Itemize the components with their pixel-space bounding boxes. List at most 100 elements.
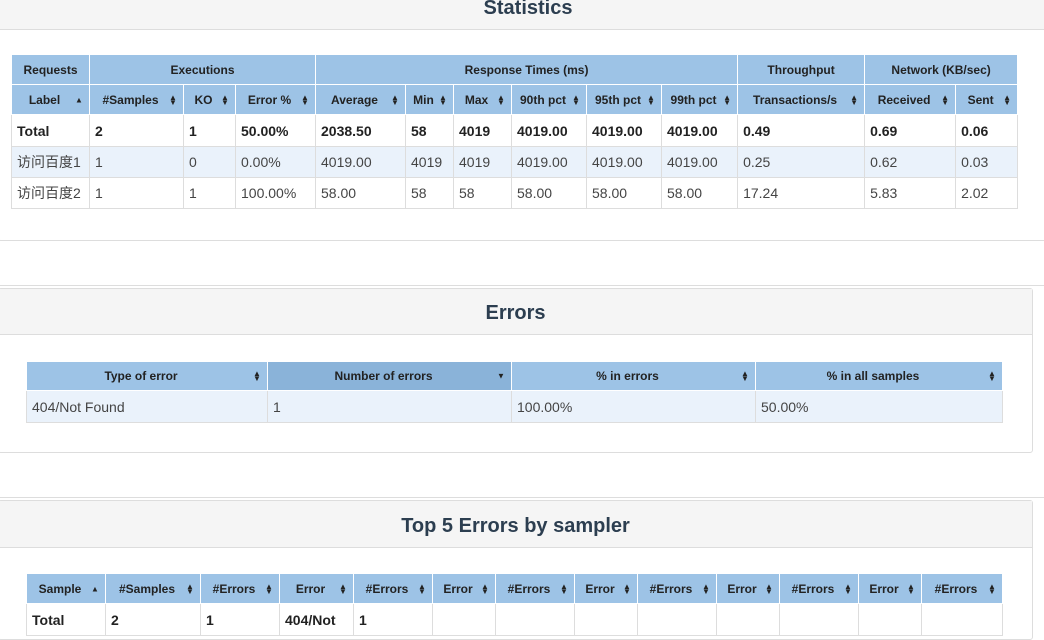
- sort-both-icon: ▲ ▼: [623, 581, 631, 596]
- column-header-samples[interactable]: #Samples ▲ ▼: [105, 573, 201, 604]
- table-cell: 4019.00: [586, 146, 662, 178]
- column-header-error[interactable]: Error ▲ ▼: [279, 573, 354, 604]
- column-header-transactions-s[interactable]: Transactions/s ▲ ▼: [737, 84, 866, 115]
- table-cell: 4019.00: [511, 114, 587, 147]
- sort-both-icon: ▲ ▼: [497, 92, 505, 107]
- errors-title: Errors: [0, 289, 1032, 335]
- errors-column-header-row: Type of error ▲ ▼ Number of errors ▼ % in err…: [26, 361, 1003, 391]
- table-cell: 2: [105, 603, 201, 636]
- table-cell: [716, 603, 780, 636]
- group-header-requests: Requests: [11, 54, 90, 85]
- column-header-label: #Errors: [791, 581, 835, 596]
- table-row: 404/Not Found 1 100.00% 50.00%: [26, 390, 1003, 423]
- sort-both-icon: ▲ ▼: [418, 581, 426, 596]
- column-header-99th-pct[interactable]: 99th pct ▲ ▼: [660, 84, 739, 115]
- column-header-ko[interactable]: KO ▲ ▼: [183, 84, 236, 115]
- sort-both-icon: ▲ ▼: [186, 581, 194, 596]
- sort-both-icon: ▲ ▼: [741, 369, 749, 383]
- column-header-max[interactable]: Max ▲ ▼: [453, 84, 512, 115]
- column-header-label: KO: [194, 92, 213, 107]
- column-header-label: Average: [331, 92, 378, 107]
- column-header-label: % in errors: [596, 369, 659, 383]
- column-header-95th-pct[interactable]: 95th pct ▲ ▼: [586, 84, 662, 115]
- table-cell: 100.00%: [235, 177, 316, 209]
- column-header-label[interactable]: Label ▲: [11, 84, 90, 115]
- column-header-errors[interactable]: #Errors ▲ ▼: [495, 573, 575, 604]
- table-cell: 404/Not: [279, 603, 354, 636]
- column-header-sample[interactable]: Sample ▲: [26, 573, 106, 604]
- sort-both-icon: ▲ ▼: [723, 92, 732, 107]
- table-cell: 0: [183, 146, 236, 178]
- table-cell: 0.69: [864, 114, 957, 147]
- column-header-errors[interactable]: #Errors ▲ ▼: [779, 573, 859, 604]
- table-cell: 58: [453, 177, 512, 209]
- column-header-label: Number of errors: [334, 369, 433, 383]
- sort-asc-icon: ▲: [75, 95, 83, 104]
- sort-both-icon: ▲ ▼: [850, 92, 859, 107]
- sort-both-icon: ▲ ▼: [481, 581, 489, 596]
- table-cell: 2038.50: [315, 114, 406, 147]
- table-row: Total 2 1 50.00% 2038.50 58 4019 4019.00 4019.00…: [11, 114, 1019, 147]
- column-header-error[interactable]: Error % ▲ ▼: [235, 84, 316, 115]
- sort-both-icon: ▲ ▼: [988, 581, 996, 596]
- column-header-average[interactable]: Average ▲ ▼: [315, 84, 406, 115]
- column-header-errors[interactable]: #Errors ▲ ▼: [353, 573, 433, 604]
- sort-both-icon: ▲ ▼: [988, 369, 996, 383]
- table-cell: 0.06: [955, 114, 1019, 147]
- sort-both-icon: ▲ ▼: [439, 92, 447, 107]
- sort-both-icon: ▲ ▼: [907, 581, 915, 596]
- sort-both-icon: ▲ ▼: [702, 581, 710, 596]
- table-cell: 2: [89, 114, 184, 147]
- sort-both-icon: ▲ ▼: [560, 581, 568, 596]
- column-header-error[interactable]: Error ▲ ▼: [716, 573, 780, 604]
- group-header-executions: Executions: [89, 54, 316, 85]
- table-cell: 58.00: [660, 177, 739, 209]
- column-header-90th-pct[interactable]: 90th pct ▲ ▼: [511, 84, 587, 115]
- column-header-label: Error %: [247, 92, 292, 107]
- column-header-label: Label: [28, 92, 61, 107]
- table-cell: 1: [183, 177, 236, 209]
- table-cell: 1: [89, 177, 184, 209]
- column-header-label: #Errors: [649, 581, 693, 596]
- column-header-errors[interactable]: #Errors ▲ ▼: [921, 573, 1003, 604]
- column-header-error[interactable]: Error ▲ ▼: [432, 573, 496, 604]
- column-header-label: % in all samples: [826, 369, 920, 383]
- column-header-type-of-error[interactable]: Type of error ▲ ▼: [26, 361, 268, 391]
- sort-desc-icon: ▼: [497, 371, 505, 381]
- column-header-in-all-samples[interactable]: % in all samples ▲ ▼: [755, 361, 1003, 391]
- table-cell: 58.00: [586, 177, 662, 209]
- table-cell: 4019.00: [660, 146, 739, 178]
- statistics-title-text: Statistics: [483, 0, 573, 19]
- table-cell: 58.00: [315, 177, 406, 209]
- top-errors-table: Sample ▲ #Samples ▲ ▼ #Errors ▲ ▼ Error ▲ ▼ #Errors…: [26, 573, 1003, 636]
- table-cell: 4019.00: [660, 114, 739, 147]
- section-divider: [0, 285, 1044, 286]
- column-header-label: Received: [877, 92, 931, 107]
- column-header-error[interactable]: Error ▲ ▼: [574, 573, 638, 604]
- column-header-error[interactable]: Error ▲ ▼: [858, 573, 922, 604]
- table-cell: 5.83: [864, 177, 957, 209]
- table-cell: 4019.00: [315, 146, 406, 178]
- column-header-errors[interactable]: #Errors ▲ ▼: [200, 573, 280, 604]
- column-header-errors[interactable]: #Errors ▲ ▼: [637, 573, 717, 604]
- column-header-number-of-errors[interactable]: Number of errors ▼: [267, 361, 512, 391]
- column-header-received[interactable]: Received ▲ ▼: [864, 84, 957, 115]
- table-cell: 1: [200, 603, 280, 636]
- table-row: 访问百度1 1 0 0.00% 4019.00 4019 4019 4019.00 4019.0…: [11, 146, 1019, 178]
- sort-both-icon: ▲ ▼: [253, 369, 261, 383]
- column-header-in-errors[interactable]: % in errors ▲ ▼: [511, 361, 756, 391]
- sort-both-icon: ▲ ▼: [647, 92, 655, 107]
- statistics-table: Requests Executions Response Times (ms) Thr…: [11, 54, 1019, 209]
- column-header-samples[interactable]: #Samples ▲ ▼: [89, 84, 184, 115]
- column-header-min[interactable]: Min ▲ ▼: [405, 84, 454, 115]
- column-header-label: #Samples: [118, 581, 176, 596]
- table-cell: 4019: [453, 114, 512, 147]
- table-cell: 1: [353, 603, 433, 636]
- column-header-label: Error: [727, 581, 757, 596]
- sort-both-icon: ▲ ▼: [169, 92, 177, 107]
- column-header-label: Sent: [967, 92, 994, 107]
- column-header-sent[interactable]: Sent ▲ ▼: [955, 84, 1019, 115]
- sort-both-icon: ▲ ▼: [339, 581, 347, 596]
- table-cell: 1: [89, 146, 184, 178]
- column-header-label: Transactions/s: [753, 92, 838, 107]
